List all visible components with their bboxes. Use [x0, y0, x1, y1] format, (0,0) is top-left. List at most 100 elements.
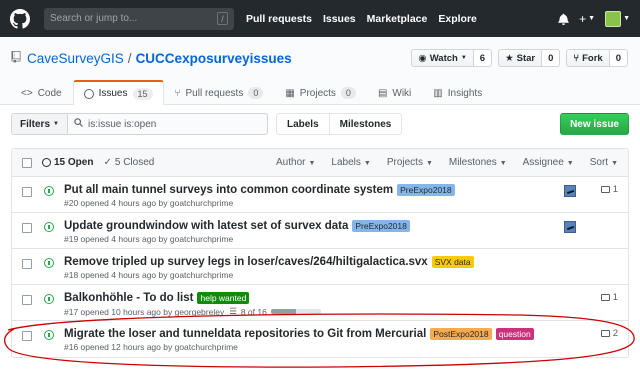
closed-issues-link[interactable]: ✓ 5 Closed [103, 157, 154, 168]
issue-title-link[interactable]: Update groundwindow with latest set of s… [64, 220, 348, 232]
repo-title: CaveSurveyGIS / CUCCexposurveyissues [11, 51, 292, 66]
issue-comments-link[interactable]: 2 [600, 328, 618, 339]
closed-count-label: 5 Closed [114, 157, 155, 168]
assignee-avatar[interactable] [564, 185, 576, 197]
menu-label: Milestones [448, 157, 497, 168]
nav-issues[interactable]: Issues [323, 13, 356, 25]
author-menu[interactable]: Author ▼ [276, 157, 315, 168]
watch-count[interactable]: 6 [473, 49, 493, 67]
tab-insights[interactable]: ▥ Insights [422, 80, 493, 105]
issue-title-line: Migrate the loser and tunneldata reposit… [64, 328, 534, 340]
issue-comments-link[interactable]: 1 [600, 184, 618, 195]
issue-title-link[interactable]: Remove tripled up survey legs in loser/c… [64, 256, 428, 268]
repo-name-link[interactable]: CUCCexposurveyissues [136, 51, 292, 66]
search-icon [74, 118, 83, 130]
menu-label: Projects [386, 157, 423, 168]
comment-count: 1 [612, 184, 618, 195]
nav-marketplace[interactable]: Marketplace [367, 13, 428, 25]
open-issues-link[interactable]: 15 Open [42, 157, 93, 168]
comment-count: 2 [612, 328, 618, 339]
issue-checkbox[interactable] [22, 223, 32, 233]
star-count[interactable]: 0 [542, 49, 561, 67]
issue-checkbox[interactable] [22, 187, 32, 197]
tab-counter: 0 [248, 87, 264, 99]
project-icon: ▦ [285, 87, 295, 99]
issue-title-line: Put all main tunnel surveys into common … [64, 184, 455, 196]
global-search-input[interactable]: Search or jump to... / [44, 7, 234, 30]
new-issue-button[interactable]: New issue [560, 113, 629, 135]
select-all-checkbox[interactable] [22, 157, 32, 168]
issue-meta: #16 opened 12 hours ago by goatchurchpri… [64, 342, 534, 352]
nav-explore[interactable]: Explore [438, 13, 477, 25]
issues-list: 15 Open ✓ 5 Closed Author ▼ Labels ▼ Proje… [11, 148, 629, 358]
issue-title-line: Update groundwindow with latest set of s… [64, 220, 410, 232]
fork-button[interactable]: ⑂ Fork [566, 49, 610, 67]
issue-title-line: Balkonhöhle - To do list help wanted [64, 292, 321, 304]
tab-pull-requests[interactable]: ⑂ Pull requests 0 [164, 80, 275, 105]
tab-code[interactable]: <> Code [10, 80, 73, 105]
assignee-avatar[interactable] [564, 221, 576, 233]
fork-count[interactable]: 0 [609, 49, 628, 67]
issue-opened-icon [44, 330, 54, 340]
issue-row[interactable]: Remove tripled up survey legs in loser/c… [12, 249, 628, 285]
issue-row[interactable]: Put all main tunnel surveys into common … [12, 177, 628, 213]
labels-menu[interactable]: Labels ▼ [331, 157, 370, 168]
tab-label: Pull requests [185, 87, 244, 99]
issue-search-input[interactable]: is:issue is:open [67, 113, 268, 135]
bell-icon[interactable] [558, 13, 569, 25]
milestones-button[interactable]: Milestones [329, 113, 403, 135]
tab-label: Insights [447, 87, 483, 99]
issue-meta-text: #19 opened 4 hours ago by goatchurchprim… [64, 234, 234, 244]
fork-button-group: ⑂ Fork 0 [566, 49, 628, 67]
star-button[interactable]: ★ Star [498, 49, 543, 67]
issue-row[interactable]: Balkonhöhle - To do list help wanted #17 o… [12, 285, 628, 321]
github-logo-icon[interactable] [10, 8, 30, 29]
search-placeholder: Search or jump to... [50, 13, 138, 24]
issue-row[interactable]: Update groundwindow with latest set of s… [12, 213, 628, 249]
issue-title-link[interactable]: Migrate the loser and tunneldata reposit… [64, 328, 426, 340]
issue-label[interactable]: PreExpo2018 [352, 220, 410, 232]
task-progress-text: 8 of 16 [240, 306, 267, 317]
checklist-icon: ☰ [229, 306, 237, 316]
issue-comments-link[interactable]: 1 [600, 292, 618, 303]
projects-menu[interactable]: Projects ▼ [387, 157, 433, 168]
issue-opened-icon [44, 222, 54, 232]
issue-title-link[interactable]: Put all main tunnel surveys into common … [64, 184, 393, 196]
repo-owner-link[interactable]: CaveSurveyGIS [27, 51, 124, 66]
filters-dropdown[interactable]: Filters ▼ [11, 113, 68, 135]
eye-icon: ◉ [418, 52, 427, 64]
sort-menu[interactable]: Sort ▼ [590, 157, 618, 168]
issue-checkbox[interactable] [22, 295, 32, 305]
milestones-menu[interactable]: Milestones ▼ [449, 157, 507, 168]
issue-row[interactable]: Migrate the loser and tunneldata reposit… [12, 321, 628, 357]
user-menu[interactable]: ▼ [605, 10, 630, 27]
issue-title-link[interactable]: Balkonhöhle - To do list [64, 292, 193, 304]
caret-down-icon: ▼ [566, 160, 574, 167]
issue-main: Balkonhöhle - To do list help wanted #17 o… [64, 292, 321, 317]
issue-label[interactable]: question [495, 328, 534, 340]
tab-issues[interactable]: Issues 15 [72, 80, 164, 105]
global-nav: Pull requests Issues Marketplace Explore [246, 13, 477, 25]
assignee-menu[interactable]: Assignee ▼ [523, 157, 574, 168]
labels-button[interactable]: Labels [275, 113, 330, 135]
plus-icon[interactable]: + ▼ [579, 12, 595, 26]
nav-pull-requests[interactable]: Pull requests [246, 13, 312, 25]
issue-label[interactable]: SVX data [431, 256, 474, 268]
issue-main: Migrate the loser and tunneldata reposit… [64, 328, 534, 352]
issue-label[interactable]: PreExpo2018 [397, 184, 455, 196]
issue-opened-icon [44, 294, 54, 304]
issue-label[interactable]: help wanted [197, 292, 250, 304]
global-header: Search or jump to... / Pull requests Iss… [0, 0, 640, 37]
issue-meta: #17 opened 10 hours ago by georgebreley ☰… [64, 306, 321, 317]
git-pull-request-icon: ⑂ [174, 87, 181, 99]
issue-checkbox[interactable] [22, 259, 32, 269]
issue-meta-text: #20 opened 4 hours ago by goatchurchprim… [64, 198, 234, 208]
tab-wiki[interactable]: ▤ Wiki [367, 80, 422, 105]
issue-checkbox[interactable] [22, 331, 32, 341]
issue-main: Update groundwindow with latest set of s… [64, 220, 410, 244]
issue-label[interactable]: PostExpo2018 [430, 328, 492, 340]
watch-button[interactable]: ◉ Watch ▼ [411, 49, 474, 67]
tab-projects[interactable]: ▦ Projects 0 [274, 80, 367, 105]
menu-label: Author [276, 157, 306, 168]
issue-opened-icon [83, 88, 94, 99]
